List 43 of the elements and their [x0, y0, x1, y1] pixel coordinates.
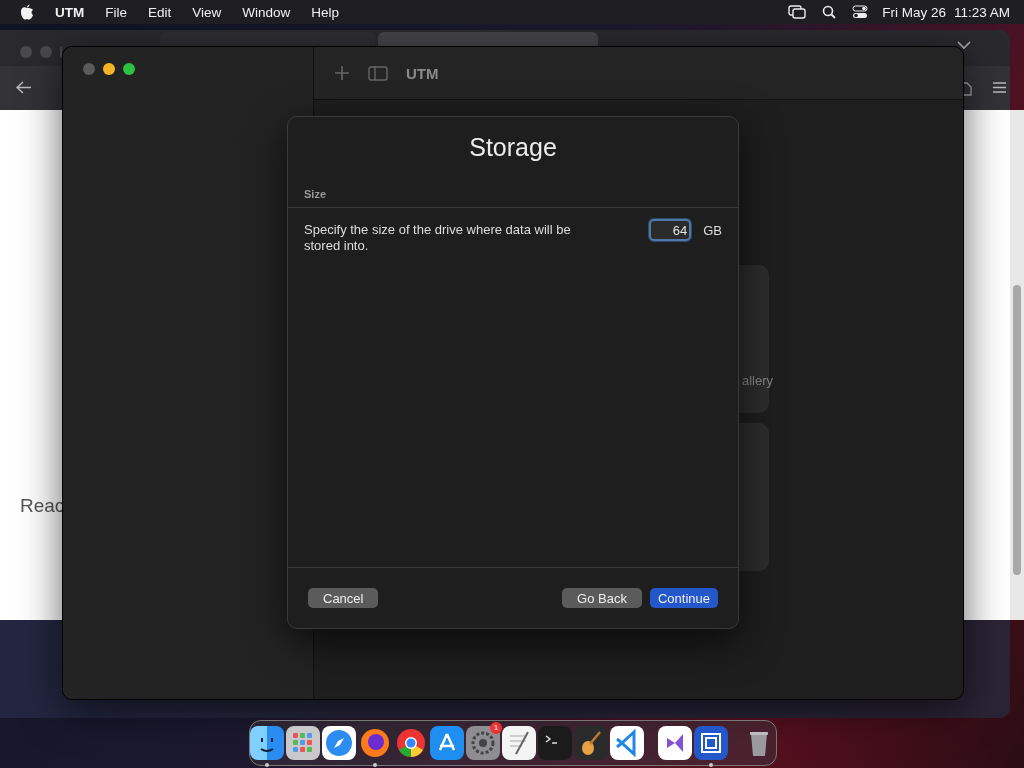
grid-icon[interactable] — [286, 726, 320, 760]
letter-a-icon[interactable] — [430, 726, 464, 760]
apple-icon[interactable] — [20, 4, 34, 20]
menu-item[interactable]: Window — [242, 4, 291, 20]
window-title: UTM — [406, 64, 439, 82]
app-menu[interactable]: UTM — [55, 4, 85, 20]
notification-badge: 1 — [490, 722, 502, 734]
zoom-button[interactable] — [123, 63, 135, 75]
page-heading: Reac — [20, 495, 65, 517]
size-description: Specify the size of the drive where data will be stored into. — [304, 222, 572, 254]
menu-item[interactable]: Help — [311, 4, 340, 20]
page-icon[interactable] — [964, 80, 972, 96]
time-text[interactable]: 11:23 AM — [953, 4, 1010, 20]
dialog-button[interactable]: Cancel — [308, 588, 379, 608]
control-center-icon[interactable] — [852, 5, 869, 19]
face-icon[interactable] — [250, 726, 284, 760]
menu-item[interactable]: File — [105, 4, 127, 20]
back-arrow-icon[interactable] — [16, 81, 32, 94]
menu-icon[interactable] — [993, 82, 1006, 93]
search-icon[interactable] — [822, 5, 837, 19]
circle-icon[interactable] — [394, 726, 428, 760]
terminal-icon[interactable] — [538, 726, 572, 760]
square-frame-icon[interactable] — [694, 726, 728, 760]
unit-label: GB — [703, 223, 722, 238]
minimize-button[interactable] — [103, 63, 115, 75]
code-icon[interactable] — [610, 726, 644, 760]
pen-paper-icon[interactable] — [502, 726, 536, 760]
compass-icon[interactable] — [322, 726, 356, 760]
continue-button[interactable]: Continue — [649, 588, 718, 608]
card-label: allery — [742, 373, 774, 388]
section-label: Size — [304, 188, 327, 200]
dialog-button[interactable]: Go Back — [562, 588, 642, 608]
menu-item[interactable]: View — [192, 4, 222, 20]
scrollbar[interactable] — [1010, 110, 1024, 620]
sidebar-toggle-icon[interactable] — [368, 65, 388, 81]
dialog-title: Storage — [469, 133, 557, 162]
chevron-down-icon[interactable] — [957, 41, 971, 50]
screen-mirroring-icon[interactable] — [788, 5, 807, 19]
guitar-icon[interactable] — [574, 726, 608, 760]
date-text[interactable]: Fri May 26 — [882, 4, 946, 20]
size-field[interactable]: 64 — [649, 219, 692, 241]
menu-item[interactable]: Edit — [148, 4, 172, 20]
gear-icon[interactable] — [466, 726, 500, 760]
